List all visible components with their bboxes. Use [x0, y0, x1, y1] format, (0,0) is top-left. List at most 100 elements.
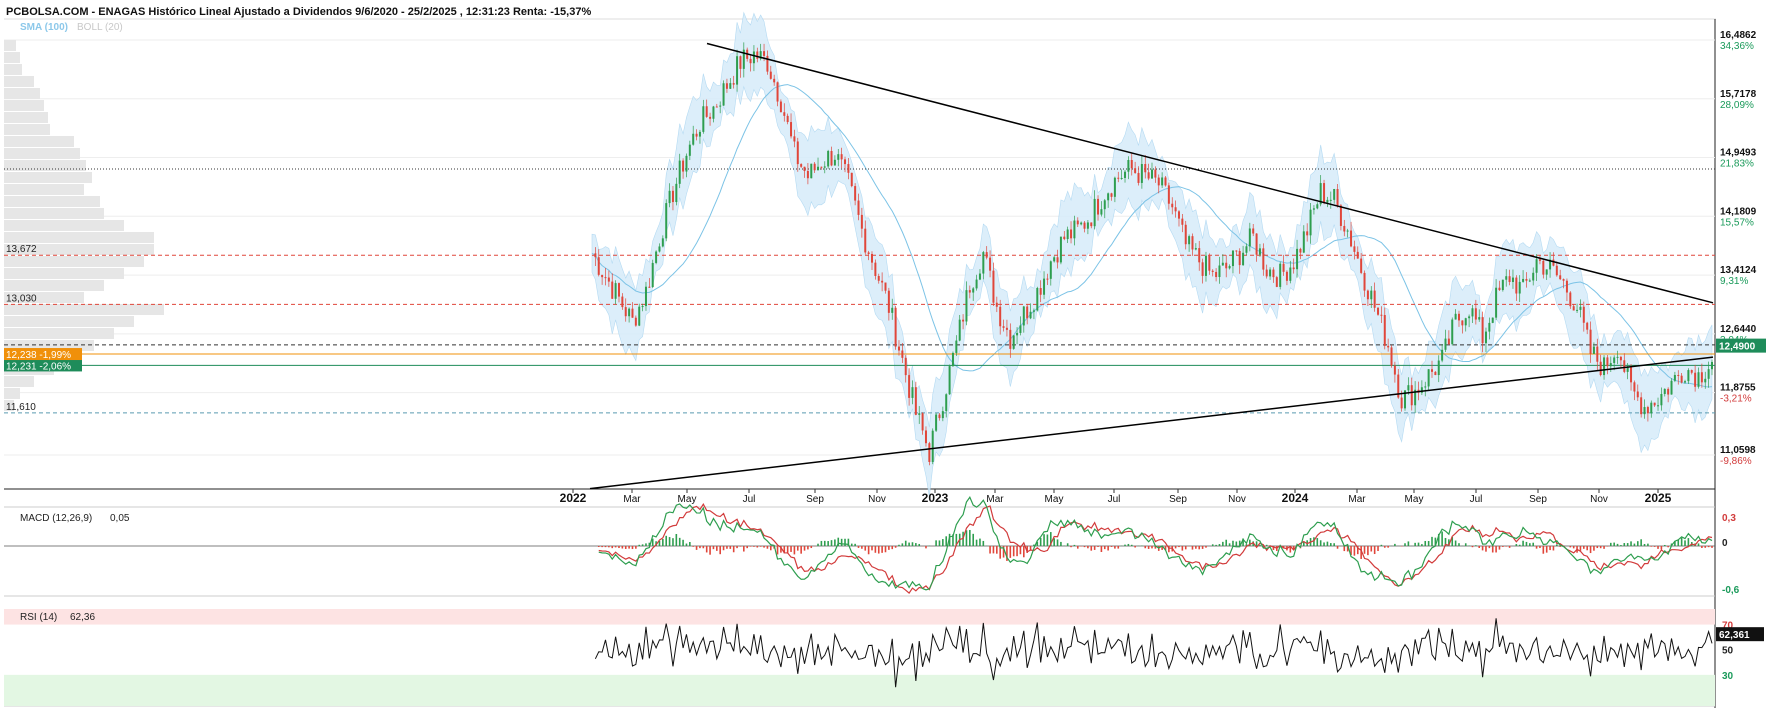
macd-hist-bar [1684, 540, 1686, 546]
macd-hist-bar [1178, 546, 1180, 548]
rsi-oversold-zone [4, 674, 1715, 706]
candle-body [634, 317, 637, 326]
rsi-tick-label: 50 [1722, 646, 1734, 657]
candle-body [1124, 171, 1127, 178]
macd-hist-bar [726, 546, 728, 549]
candle-body [1299, 248, 1302, 253]
macd-hist-bar [759, 546, 762, 547]
candle-body [1100, 209, 1103, 215]
candle-body [1356, 251, 1359, 259]
candle-body [1373, 290, 1376, 308]
candle-body [1282, 263, 1285, 272]
candle-body [763, 51, 766, 56]
candle-body [783, 112, 786, 116]
candle-body [644, 286, 647, 307]
macd-hist-bar [719, 546, 721, 555]
macd-hist-bar [844, 538, 846, 546]
macd-hist-bar [1093, 546, 1096, 550]
candle-body [1302, 231, 1305, 253]
macd-hist-bar [1336, 546, 1339, 549]
y-tick-pct: -3,21% [1720, 394, 1752, 405]
candle-body [1022, 306, 1025, 326]
chart-svg: PCBOLSA.COM - ENAGAS Histórico Lineal Aj… [4, 6, 1766, 708]
candle-body [1083, 222, 1086, 229]
macd-hist-bar [1579, 546, 1582, 551]
candle-body [1478, 317, 1481, 320]
candle-body [1252, 228, 1255, 234]
macd-hist-bar [796, 546, 799, 551]
macd-hist-bar [1498, 546, 1501, 550]
x-tick-label: 2023 [922, 491, 949, 505]
macd-hist-bar [1387, 546, 1389, 548]
x-tick-label: Jul [1108, 494, 1121, 505]
macd-hist-bar [1623, 543, 1626, 546]
candle-body [688, 144, 691, 156]
candle-body [951, 352, 954, 367]
candle-body [1161, 177, 1164, 186]
macd-hist-bar [722, 546, 725, 551]
macd-hist-bar [1475, 545, 1477, 546]
candle-body [1464, 318, 1467, 326]
candle-body [756, 51, 759, 59]
macd-hist-bar [1313, 537, 1315, 546]
candle-body [823, 166, 826, 168]
macd-hist-bar [631, 546, 634, 550]
macd-hist-bar [699, 546, 701, 549]
volume-profile-bar [4, 376, 34, 387]
macd-hist-bar [604, 546, 607, 548]
macd-hist-bar [1103, 546, 1106, 550]
candle-body [1407, 385, 1410, 391]
chart-title: PCBOLSA.COM - ENAGAS Histórico Lineal Aj… [6, 6, 591, 18]
candle-body [1663, 388, 1666, 394]
macd-hist-bar [1303, 542, 1305, 546]
macd-hist-bar [1609, 542, 1612, 546]
macd-hist-bar [705, 546, 708, 553]
candle-body [1363, 272, 1366, 291]
candle-body [1505, 276, 1508, 280]
candle-body [1434, 371, 1437, 376]
macd-hist-bar [1127, 543, 1130, 546]
macd-hist-bar [1043, 534, 1045, 546]
macd-hist-bar [1124, 544, 1126, 546]
candle-body [722, 83, 725, 106]
candle-body [1484, 331, 1487, 344]
rsi-overbought-zone [4, 609, 1715, 625]
macd-hist-bar [972, 533, 975, 546]
macd-hist-bar [1259, 544, 1261, 546]
macd-hist-bar [1353, 546, 1356, 556]
macd-hist-bar [803, 546, 806, 551]
candle-body [1269, 269, 1272, 277]
candle-body [1248, 228, 1251, 247]
candle-body [1353, 246, 1356, 252]
candle-body [668, 190, 671, 204]
macd-hist-bar [790, 546, 792, 552]
macd-hist-bar [1394, 543, 1396, 546]
candle-body [1667, 388, 1670, 395]
legend-sma[interactable]: SMA (100) [20, 22, 68, 33]
macd-hist-bar [1603, 546, 1605, 549]
macd-hist-bar [618, 546, 620, 549]
macd-hist-bar [1144, 546, 1147, 549]
macd-hist-bar [1181, 546, 1184, 551]
candle-body [1140, 164, 1143, 183]
candle-body [813, 163, 816, 171]
macd-hist-bar [1478, 546, 1481, 549]
candle-body [1640, 397, 1643, 415]
legend-boll[interactable]: BOLL (20) [77, 22, 123, 33]
candle-body [1333, 188, 1336, 200]
macd-hist-bar [1454, 540, 1457, 546]
candle-body [1447, 338, 1450, 345]
candle-body [1660, 393, 1663, 406]
candle-body [1431, 369, 1433, 372]
candle-body [1063, 236, 1066, 240]
macd-hist-bar [1687, 538, 1690, 546]
y-tick-pct: 21,83% [1720, 159, 1754, 170]
candle-body [675, 183, 678, 203]
candle-body [1326, 199, 1329, 203]
volume-profile-bar [4, 256, 144, 267]
y-tick-pct: 9,31% [1720, 276, 1748, 287]
macd-hist-bar [732, 546, 735, 553]
volume-profile-bar [4, 64, 22, 75]
candle-body [1680, 375, 1683, 383]
rsi-label: RSI (14) [20, 612, 57, 623]
